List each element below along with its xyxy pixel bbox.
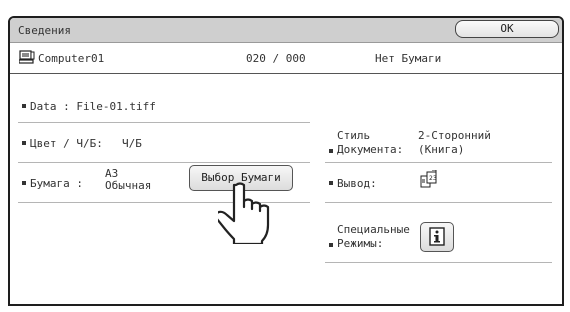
document-style-row: Стиль Документа: 2-Сторонний (Книга) [325,122,552,163]
panel-title: Сведения [18,24,71,37]
page-counter: 020 / 000 [246,52,306,65]
special-modes-label-2: Режимы: [337,237,384,250]
job-info-bar: Computer01 020 / 000 Нет Бумаги [10,43,562,74]
data-row: Data : File-01.tiff [18,87,310,123]
computer-name: Computer01 [38,52,105,65]
document-style-label-2: Документа: [337,143,404,156]
color-row: Цвет / Ч/Б: Ч/Б [18,122,310,163]
bullet [329,243,333,247]
output-tray-icon: 23 [420,170,437,188]
color-mode-label: Цвет / Ч/Б: [30,137,103,150]
bullet [22,104,26,108]
document-style-value-1: 2-Сторонний [418,129,491,142]
paper-type: Обычная [105,179,152,192]
output-label: Вывод: [337,177,377,190]
special-modes-label-1: Специальные [337,223,410,236]
title-bar: Сведения OK [10,18,562,43]
data-filename: Data : File-01.tiff [30,100,156,113]
special-modes-info-button[interactable] [420,222,454,252]
hand-pointer-icon [218,182,270,244]
document-style-label-1: Стиль [337,129,371,142]
computer-icon [19,50,35,64]
paper-label: Бумага : [30,177,83,190]
ok-button[interactable]: OK [455,20,559,38]
bullet [329,181,333,185]
bullet [22,141,26,145]
color-mode-value: Ч/Б [122,137,142,150]
svg-text:23: 23 [429,175,437,182]
document-style-value-2: (Книга) [418,143,465,156]
bullet [329,149,333,153]
info-icon [429,227,445,246]
job-status: Нет Бумаги [375,52,442,65]
bullet [22,181,26,185]
